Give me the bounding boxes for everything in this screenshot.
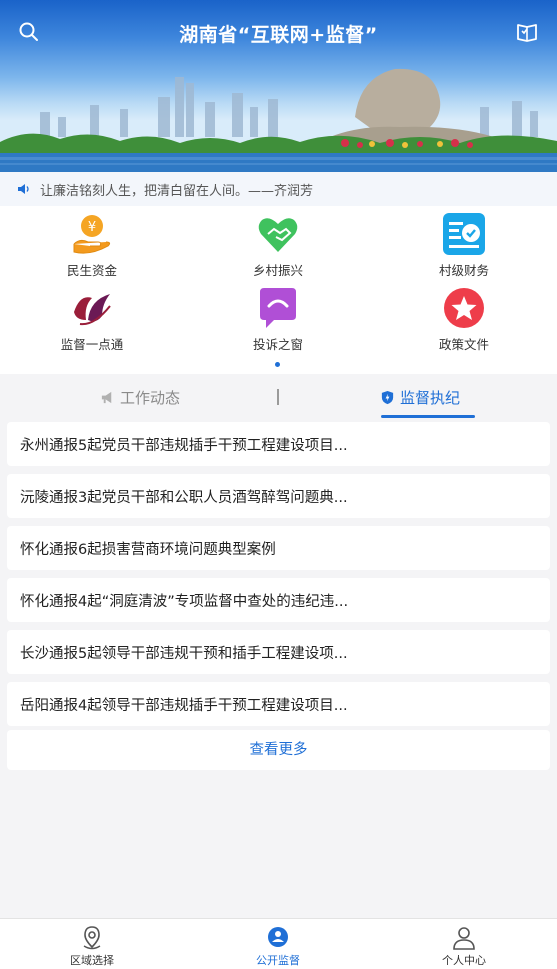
tab-label: 监督执纪 bbox=[400, 388, 461, 407]
grid-item-label: 村级财务 bbox=[438, 263, 489, 278]
heart-handshake-icon bbox=[258, 218, 298, 252]
grid-item-rural-revitalization[interactable]: 乡村振兴 bbox=[208, 212, 348, 279]
news-item[interactable]: 沅陵通报3起党员干部和公职人员酒驾醉驾问题典... bbox=[7, 474, 550, 518]
nav-personal-center[interactable]: 个人中心 bbox=[419, 925, 509, 968]
city-skyline-image bbox=[0, 68, 557, 172]
notice-text: 让廉洁铭刻人生，把清白留在人间。——齐润芳 bbox=[40, 183, 314, 199]
grid-item-label: 投诉之窗 bbox=[252, 337, 303, 352]
grid-item-label: 民生资金 bbox=[66, 263, 117, 278]
grid-item-supervision-tong[interactable]: 监督一点通 bbox=[22, 286, 162, 353]
nav-label: 公开监督 bbox=[256, 954, 300, 967]
notice-bar[interactable]: 让廉洁铭刻人生，把清白留在人间。——齐润芳 bbox=[0, 172, 557, 206]
grid-item-village-finance[interactable]: 村级财务 bbox=[394, 212, 534, 279]
news-item[interactable]: 永州通报5起党员干部违规插手干预工程建设项目... bbox=[7, 422, 550, 466]
nav-public-supervision[interactable]: 公开监督 bbox=[233, 925, 323, 968]
star-badge-icon bbox=[444, 288, 484, 328]
tab-bar: 工作动态 监督执纪 bbox=[0, 374, 557, 420]
active-tab-indicator bbox=[381, 415, 475, 418]
feature-grid: ¥ 民生资金 乡村振兴 村级财务 监督一点通 投诉之窗 政策文件 bbox=[0, 206, 557, 374]
user-icon bbox=[453, 927, 475, 950]
grid-item-label: 政策文件 bbox=[438, 337, 489, 352]
grid-item-minsheng-funds[interactable]: ¥ 民生资金 bbox=[22, 212, 162, 279]
complaint-chat-icon bbox=[260, 288, 296, 328]
header-banner: 湖南省“互联网+监督” bbox=[0, 0, 557, 172]
tab-supervision-discipline[interactable]: 监督执纪 bbox=[380, 374, 460, 420]
grid-item-label: 监督一点通 bbox=[60, 337, 124, 352]
book-icon[interactable] bbox=[515, 20, 539, 44]
nav-region-select[interactable]: 区域选择 bbox=[47, 925, 137, 968]
news-item[interactable]: 怀化通报4起“洞庭清波”专项监督中查处的违纪违... bbox=[7, 578, 550, 622]
news-item[interactable]: 岳阳通报4起领导干部违规插手干预工程建设项目... bbox=[7, 682, 550, 726]
grid-item-complaint-window[interactable]: 投诉之窗 bbox=[208, 286, 348, 353]
shield-icon bbox=[381, 390, 394, 404]
supervision-badge-icon bbox=[268, 927, 288, 947]
page-indicator-dot bbox=[275, 362, 280, 367]
news-item[interactable]: 怀化通报6起损害营商环境问题典型案例 bbox=[7, 526, 550, 570]
grid-item-policy-documents[interactable]: 政策文件 bbox=[394, 286, 534, 353]
money-hand-icon: ¥ bbox=[73, 215, 111, 254]
svg-text:¥: ¥ bbox=[88, 220, 96, 235]
speaker-icon bbox=[18, 184, 29, 194]
location-icon bbox=[83, 926, 101, 950]
news-item[interactable]: 长沙通报5起领导干部违规干预和插手工程建设项... bbox=[7, 630, 550, 674]
tab-divider bbox=[277, 389, 279, 405]
tab-work-news[interactable]: 工作动态 bbox=[100, 374, 180, 420]
tab-label: 工作动态 bbox=[120, 388, 181, 407]
view-more-button[interactable]: 查看更多 bbox=[7, 730, 550, 770]
page-title: 湖南省“互联网+监督” bbox=[179, 24, 378, 46]
supervision-logo-icon bbox=[74, 294, 111, 326]
grid-item-label: 乡村振兴 bbox=[252, 263, 303, 278]
nav-label: 个人中心 bbox=[442, 954, 486, 967]
finance-check-icon bbox=[443, 213, 485, 255]
nav-label: 区域选择 bbox=[70, 954, 114, 967]
megaphone-icon bbox=[101, 391, 112, 403]
bottom-navigation: 区域选择 公开监督 个人中心 bbox=[0, 918, 557, 969]
